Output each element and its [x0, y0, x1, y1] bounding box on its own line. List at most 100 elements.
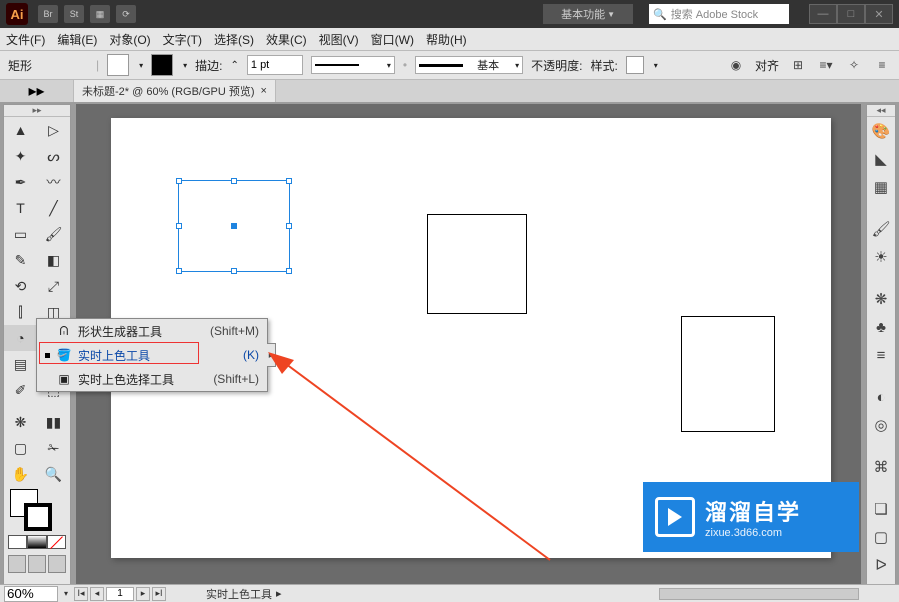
mesh-tool[interactable]: ▤ — [4, 351, 37, 377]
scale-tool[interactable]: ⤢ — [37, 273, 70, 299]
prev-artboard-button[interactable]: ◂ — [90, 587, 104, 601]
workspace-switcher[interactable]: 基本功能 ▼ — [543, 4, 633, 24]
stroke-panel-icon[interactable]: ❋ — [867, 285, 895, 313]
handle-bl[interactable] — [176, 268, 182, 274]
flyout-live-paint[interactable]: 🪣 实时上色工具 (K) — [37, 343, 267, 367]
menu-edit[interactable]: 编辑(E) — [57, 31, 97, 48]
handle-tl[interactable] — [176, 178, 182, 184]
links-icon[interactable]: ᐅ — [867, 551, 895, 579]
none-mode-button[interactable] — [47, 535, 66, 549]
rectangle-tool[interactable]: ▭ — [4, 221, 37, 247]
hand-tool[interactable]: ✋ — [4, 461, 37, 487]
right-panel-grip[interactable]: ◂◂ — [867, 105, 895, 117]
menu-help[interactable]: 帮助(H) — [426, 31, 467, 48]
gradient-panel-icon[interactable]: ♣ — [867, 313, 895, 341]
appearance-icon[interactable]: ◐ — [867, 383, 895, 411]
horizontal-scrollbar[interactable] — [659, 588, 859, 600]
zoom-input[interactable] — [4, 586, 58, 602]
paintbrush-tool[interactable]: 🖌 — [37, 221, 70, 247]
stroke-width-input[interactable] — [247, 55, 303, 75]
artboard-number-input[interactable] — [106, 587, 134, 601]
presentation-button[interactable] — [48, 555, 66, 573]
handle-bc[interactable] — [231, 268, 237, 274]
options-menu-icon[interactable]: ≡ — [873, 56, 891, 74]
cc-libraries-icon[interactable]: ⌘ — [867, 453, 895, 481]
minimize-button[interactable]: — — [809, 4, 837, 24]
last-artboard-button[interactable]: ▸I — [152, 587, 166, 601]
eyedropper-tool[interactable]: ✐ — [4, 377, 37, 403]
expand-panels-button[interactable]: ▸▸ — [0, 80, 74, 102]
eraser-tool[interactable]: ◧ — [37, 247, 70, 273]
width-tool[interactable]: ⫿ — [4, 299, 37, 325]
menu-view[interactable]: 视图(V) — [319, 31, 359, 48]
fill-stroke-control[interactable] — [10, 489, 52, 531]
symbols-icon[interactable]: ☀ — [867, 243, 895, 271]
transparency-icon[interactable]: ≡ — [867, 341, 895, 369]
color-panel-icon[interactable]: 🎨 — [867, 117, 895, 145]
style-swatch[interactable] — [626, 56, 644, 74]
color-mode-button[interactable] — [8, 535, 27, 549]
curvature-tool[interactable]: 〰 — [37, 169, 70, 195]
handle-tc[interactable] — [231, 178, 237, 184]
handle-br[interactable] — [286, 268, 292, 274]
maximize-button[interactable]: □ — [837, 4, 865, 24]
layers-icon[interactable]: ❏ — [867, 495, 895, 523]
stroke-swatch[interactable] — [151, 54, 173, 76]
zoom-tool[interactable]: 🔍 — [37, 461, 70, 487]
close-button[interactable]: ✕ — [865, 4, 893, 24]
tools-grip[interactable]: ▸▸ — [4, 105, 70, 117]
brushes-icon[interactable]: 🖌 — [867, 215, 895, 243]
pencil-tool[interactable]: ✎ — [4, 247, 37, 273]
slice-tool[interactable]: ✁ — [37, 435, 70, 461]
column-graph-tool[interactable]: ▮▮ — [37, 409, 70, 435]
stroke-box[interactable] — [24, 503, 52, 531]
close-tab-icon[interactable]: × — [261, 85, 267, 97]
type-tool[interactable]: T — [4, 195, 37, 221]
graphic-styles-icon[interactable]: ◎ — [867, 411, 895, 439]
handle-tr[interactable] — [286, 178, 292, 184]
bridge-icon[interactable]: Br — [38, 5, 58, 23]
recolor-icon[interactable]: ◉ — [727, 56, 745, 74]
magic-wand-tool[interactable]: ✦ — [4, 143, 37, 169]
menu-window[interactable]: 窗口(W) — [371, 31, 414, 48]
menu-object[interactable]: 对象(O) — [109, 31, 150, 48]
rotate-tool[interactable]: ⟲ — [4, 273, 37, 299]
artboard-tool[interactable]: ▢ — [4, 435, 37, 461]
pen-tool[interactable]: ✒ — [4, 169, 37, 195]
menu-select[interactable]: 选择(S) — [214, 31, 254, 48]
color-guide-icon[interactable]: ◣ — [867, 145, 895, 173]
selected-rectangle[interactable] — [178, 180, 290, 272]
transform-icon[interactable]: ✧ — [845, 56, 863, 74]
handle-ml[interactable] — [176, 223, 182, 229]
handle-mr[interactable] — [286, 223, 292, 229]
document-tab[interactable]: 未标题-2* @ 60% (RGB/GPU 预览) × — [74, 80, 276, 102]
status-menu-icon[interactable]: ▸ — [276, 587, 282, 600]
arrange-icon[interactable]: ▦ — [90, 5, 110, 23]
artboards-panel-icon[interactable]: ▢ — [867, 523, 895, 551]
menu-file[interactable]: 文件(F) — [6, 31, 45, 48]
shape-builder-tool[interactable]: ◔ — [4, 325, 37, 351]
gradient-mode-button[interactable] — [27, 535, 46, 549]
center-point[interactable] — [231, 223, 237, 229]
symbol-sprayer-tool[interactable]: ❋ — [4, 409, 37, 435]
rectangle-2[interactable] — [427, 214, 527, 314]
direct-selection-tool[interactable]: ▷ — [37, 117, 70, 143]
menu-type[interactable]: 文字(T) — [163, 31, 202, 48]
flyout-shape-builder[interactable]: ᕬ 形状生成器工具 (Shift+M) — [37, 319, 267, 343]
lasso-tool[interactable]: ᔕ — [37, 143, 70, 169]
line-tool[interactable]: ╱ — [37, 195, 70, 221]
brush-definition-dropdown[interactable]: 基本 ▾ — [415, 56, 523, 74]
menu-effect[interactable]: 效果(C) — [266, 31, 307, 48]
selection-tool[interactable]: ▲ — [4, 117, 37, 143]
sync-icon[interactable]: ⟳ — [116, 5, 136, 23]
rectangle-3[interactable] — [681, 316, 775, 432]
distribute-icon[interactable]: ⊞ — [789, 56, 807, 74]
flyout-tearoff[interactable]: ▸ — [267, 343, 276, 367]
align-label[interactable]: 对齐 — [755, 57, 779, 74]
next-artboard-button[interactable]: ▸ — [136, 587, 150, 601]
full-screen-button[interactable] — [28, 555, 46, 573]
arrange-icon[interactable]: ≡▾ — [817, 56, 835, 74]
fill-swatch[interactable] — [107, 54, 129, 76]
first-artboard-button[interactable]: I◂ — [74, 587, 88, 601]
stroke-profile-dropdown[interactable]: ▾ — [311, 56, 395, 74]
